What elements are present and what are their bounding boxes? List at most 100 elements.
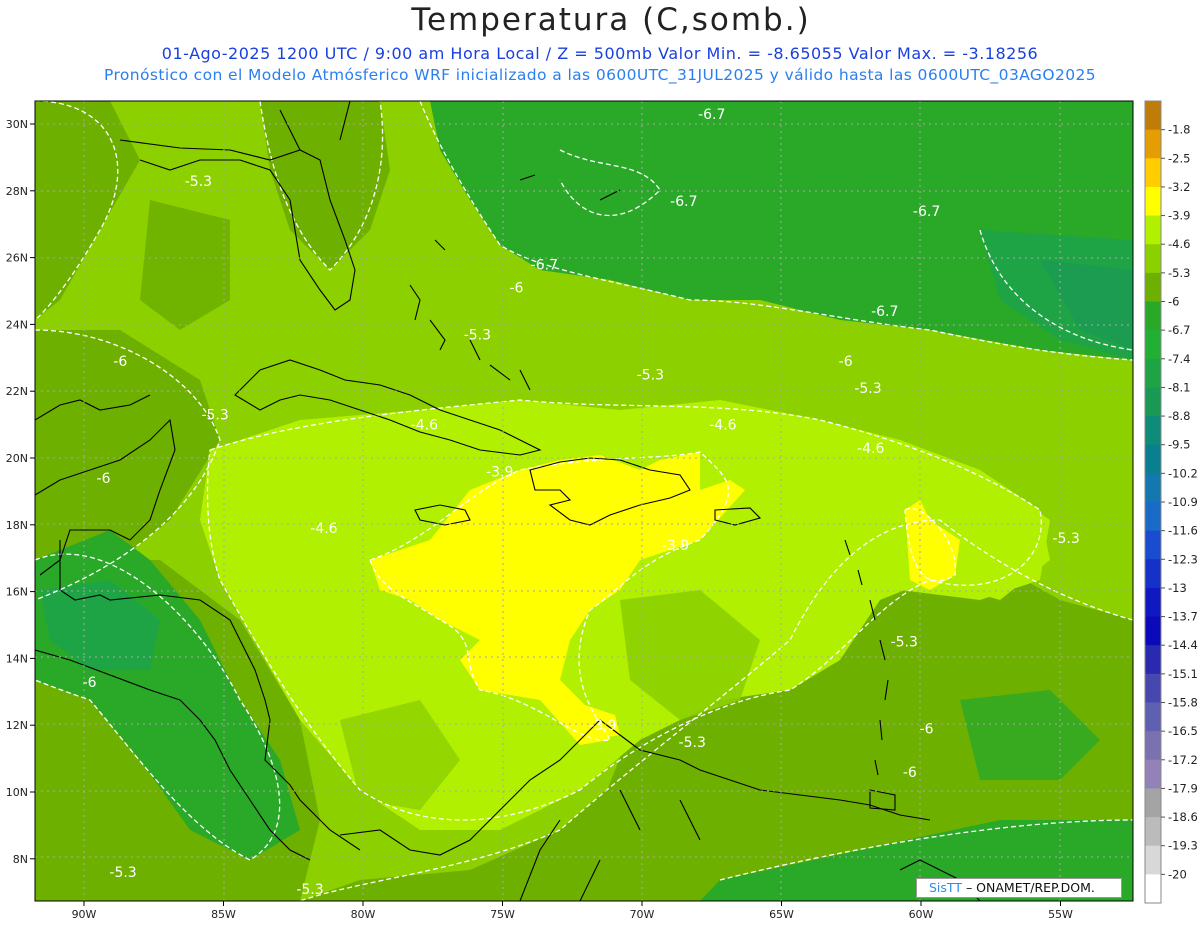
contour-label: -6 bbox=[113, 354, 127, 370]
contour-label: -5.3 bbox=[679, 735, 706, 751]
temperature-map: -6.7-6.7-6.7-6.7-6.7-5.3-6-5.3-6 -6-5.3-5… bbox=[6, 100, 1198, 921]
colorbar-label: -7.4 bbox=[1168, 352, 1190, 366]
contour-label: -5.3 bbox=[185, 174, 212, 190]
lat-label: 12N bbox=[6, 719, 28, 732]
contour-label: -4.6 bbox=[310, 521, 337, 537]
colorbar-swatch bbox=[1145, 244, 1161, 274]
contour-label: -4.6 bbox=[857, 441, 884, 457]
contour-label: -4.6 bbox=[709, 418, 736, 434]
colorbar-swatch bbox=[1145, 215, 1161, 245]
colorbar-label: -17.9 bbox=[1168, 781, 1198, 795]
colorbar-swatch bbox=[1145, 845, 1161, 875]
colorbar-swatch bbox=[1145, 129, 1161, 159]
colorbar-swatch bbox=[1145, 272, 1161, 302]
contour-label: -5.3 bbox=[296, 882, 323, 898]
contour-label: -5.3 bbox=[854, 381, 881, 397]
colorbar-label: -15.1 bbox=[1168, 667, 1198, 681]
contour-label: -5.3 bbox=[201, 408, 228, 424]
lat-label: 10N bbox=[6, 786, 28, 799]
colorbar-swatch bbox=[1145, 587, 1161, 618]
lon-label: 60W bbox=[909, 908, 934, 921]
contour-label: -3.9 bbox=[589, 718, 616, 734]
contour-label: -5.3 bbox=[637, 368, 664, 384]
contour-label: -5.3 bbox=[464, 327, 491, 343]
colorbar-label: -20 bbox=[1168, 867, 1187, 881]
lon-label: 65W bbox=[769, 908, 794, 921]
credit-box: SisTT – ONAMET/REP.DOM. bbox=[916, 878, 1122, 898]
contour-label: -5.3 bbox=[109, 865, 136, 881]
colorbar-label: -8.8 bbox=[1168, 409, 1190, 423]
lat-label: 18N bbox=[6, 519, 28, 532]
lon-label: 75W bbox=[490, 908, 515, 921]
colorbar-swatch bbox=[1145, 673, 1161, 703]
contour-label: -5.3 bbox=[1052, 531, 1079, 547]
colorbar-label: -14.4 bbox=[1168, 638, 1198, 652]
colorbar-swatch bbox=[1145, 416, 1161, 446]
colorbar-swatch bbox=[1145, 530, 1161, 560]
colorbar-swatch bbox=[1145, 186, 1161, 217]
colorbar-swatch bbox=[1145, 616, 1161, 646]
contour-label: -6.7 bbox=[913, 204, 940, 220]
colorbar: -1.8 -2.5 -3.2 -3.9 -4.6 -5.3 -6 -6.7 -7.4 -8.1 -8… bbox=[1144, 100, 1198, 904]
contour-label: -6.7 bbox=[670, 194, 697, 210]
contour-label: -6 bbox=[839, 354, 853, 370]
colorbar-swatch bbox=[1145, 874, 1161, 904]
colorbar-label: -6 bbox=[1168, 295, 1179, 309]
longitude-axis: 90W 85W 80W 75W 70W 65W 60W 55W bbox=[72, 901, 1073, 921]
lat-label: 16N bbox=[6, 586, 28, 599]
colorbar-label: -13 bbox=[1168, 581, 1187, 595]
lat-label: 30N bbox=[6, 118, 28, 131]
contour-label: -6.7 bbox=[698, 107, 725, 123]
contour-label: -3.9 bbox=[662, 538, 689, 554]
lat-label: 26N bbox=[6, 252, 28, 265]
colorbar-label: -1.8 bbox=[1168, 123, 1190, 137]
lat-label: 22N bbox=[6, 385, 28, 398]
sispi-logo-text: SisTT bbox=[929, 880, 962, 895]
colorbar-label: -8.1 bbox=[1168, 380, 1190, 394]
lat-label: 20N bbox=[6, 452, 28, 465]
lat-label: 14N bbox=[6, 652, 28, 665]
contour-label: -6.7 bbox=[871, 304, 898, 320]
colorbar-label: -19.3 bbox=[1168, 839, 1198, 853]
colorbar-label: -5.3 bbox=[1168, 266, 1190, 280]
colorbar-label: -17.2 bbox=[1168, 753, 1198, 767]
latitude-axis: 30N 28N 26N 24N 22N 20N 18N 16N 14N 12N 10N 8N bbox=[6, 118, 35, 866]
lon-label: 55W bbox=[1048, 908, 1073, 921]
colorbar-label: -10.2 bbox=[1168, 466, 1198, 480]
contour-label: -6 bbox=[920, 722, 934, 738]
contour-label: -6 bbox=[903, 765, 917, 781]
colorbar-label: -13.7 bbox=[1168, 610, 1198, 624]
lat-label: 8N bbox=[13, 853, 28, 866]
colorbar-swatch bbox=[1145, 473, 1161, 503]
colorbar-swatch bbox=[1145, 387, 1161, 417]
colorbar-swatch bbox=[1145, 502, 1161, 532]
lat-label: 24N bbox=[6, 318, 28, 331]
colorbar-label: -9.5 bbox=[1168, 438, 1190, 452]
colorbar-swatch bbox=[1145, 759, 1161, 789]
colorbar-label: -6.7 bbox=[1168, 323, 1190, 337]
colorbar-swatch bbox=[1145, 301, 1161, 331]
colorbar-swatch bbox=[1145, 645, 1161, 675]
colorbar-swatch bbox=[1145, 358, 1161, 388]
colorbar-label: -3.2 bbox=[1168, 180, 1190, 194]
colorbar-swatch bbox=[1145, 559, 1161, 589]
colorbar-label: -12.3 bbox=[1168, 552, 1198, 566]
colorbar-label: -4.6 bbox=[1168, 237, 1190, 251]
colorbar-label: -18.6 bbox=[1168, 810, 1198, 824]
colorbar-swatch bbox=[1145, 444, 1161, 474]
contour-label: -6.7 bbox=[531, 257, 558, 273]
contour-label: -6 bbox=[83, 675, 97, 691]
colorbar-label: -10.9 bbox=[1168, 495, 1198, 509]
colorbar-swatch bbox=[1145, 817, 1161, 847]
lon-label: 80W bbox=[351, 908, 376, 921]
colorbar-swatch bbox=[1145, 158, 1161, 188]
colorbar-label: -2.5 bbox=[1168, 151, 1190, 165]
contour-label: -3.9 bbox=[486, 464, 513, 480]
colorbar-swatch bbox=[1145, 330, 1161, 360]
colorbar-swatch bbox=[1145, 731, 1161, 761]
colorbar-label: -11.6 bbox=[1168, 524, 1198, 538]
lon-label: 90W bbox=[72, 908, 97, 921]
lon-label: 70W bbox=[630, 908, 655, 921]
contour-label: -4.6 bbox=[411, 418, 438, 434]
contour-label: -6 bbox=[97, 471, 111, 487]
